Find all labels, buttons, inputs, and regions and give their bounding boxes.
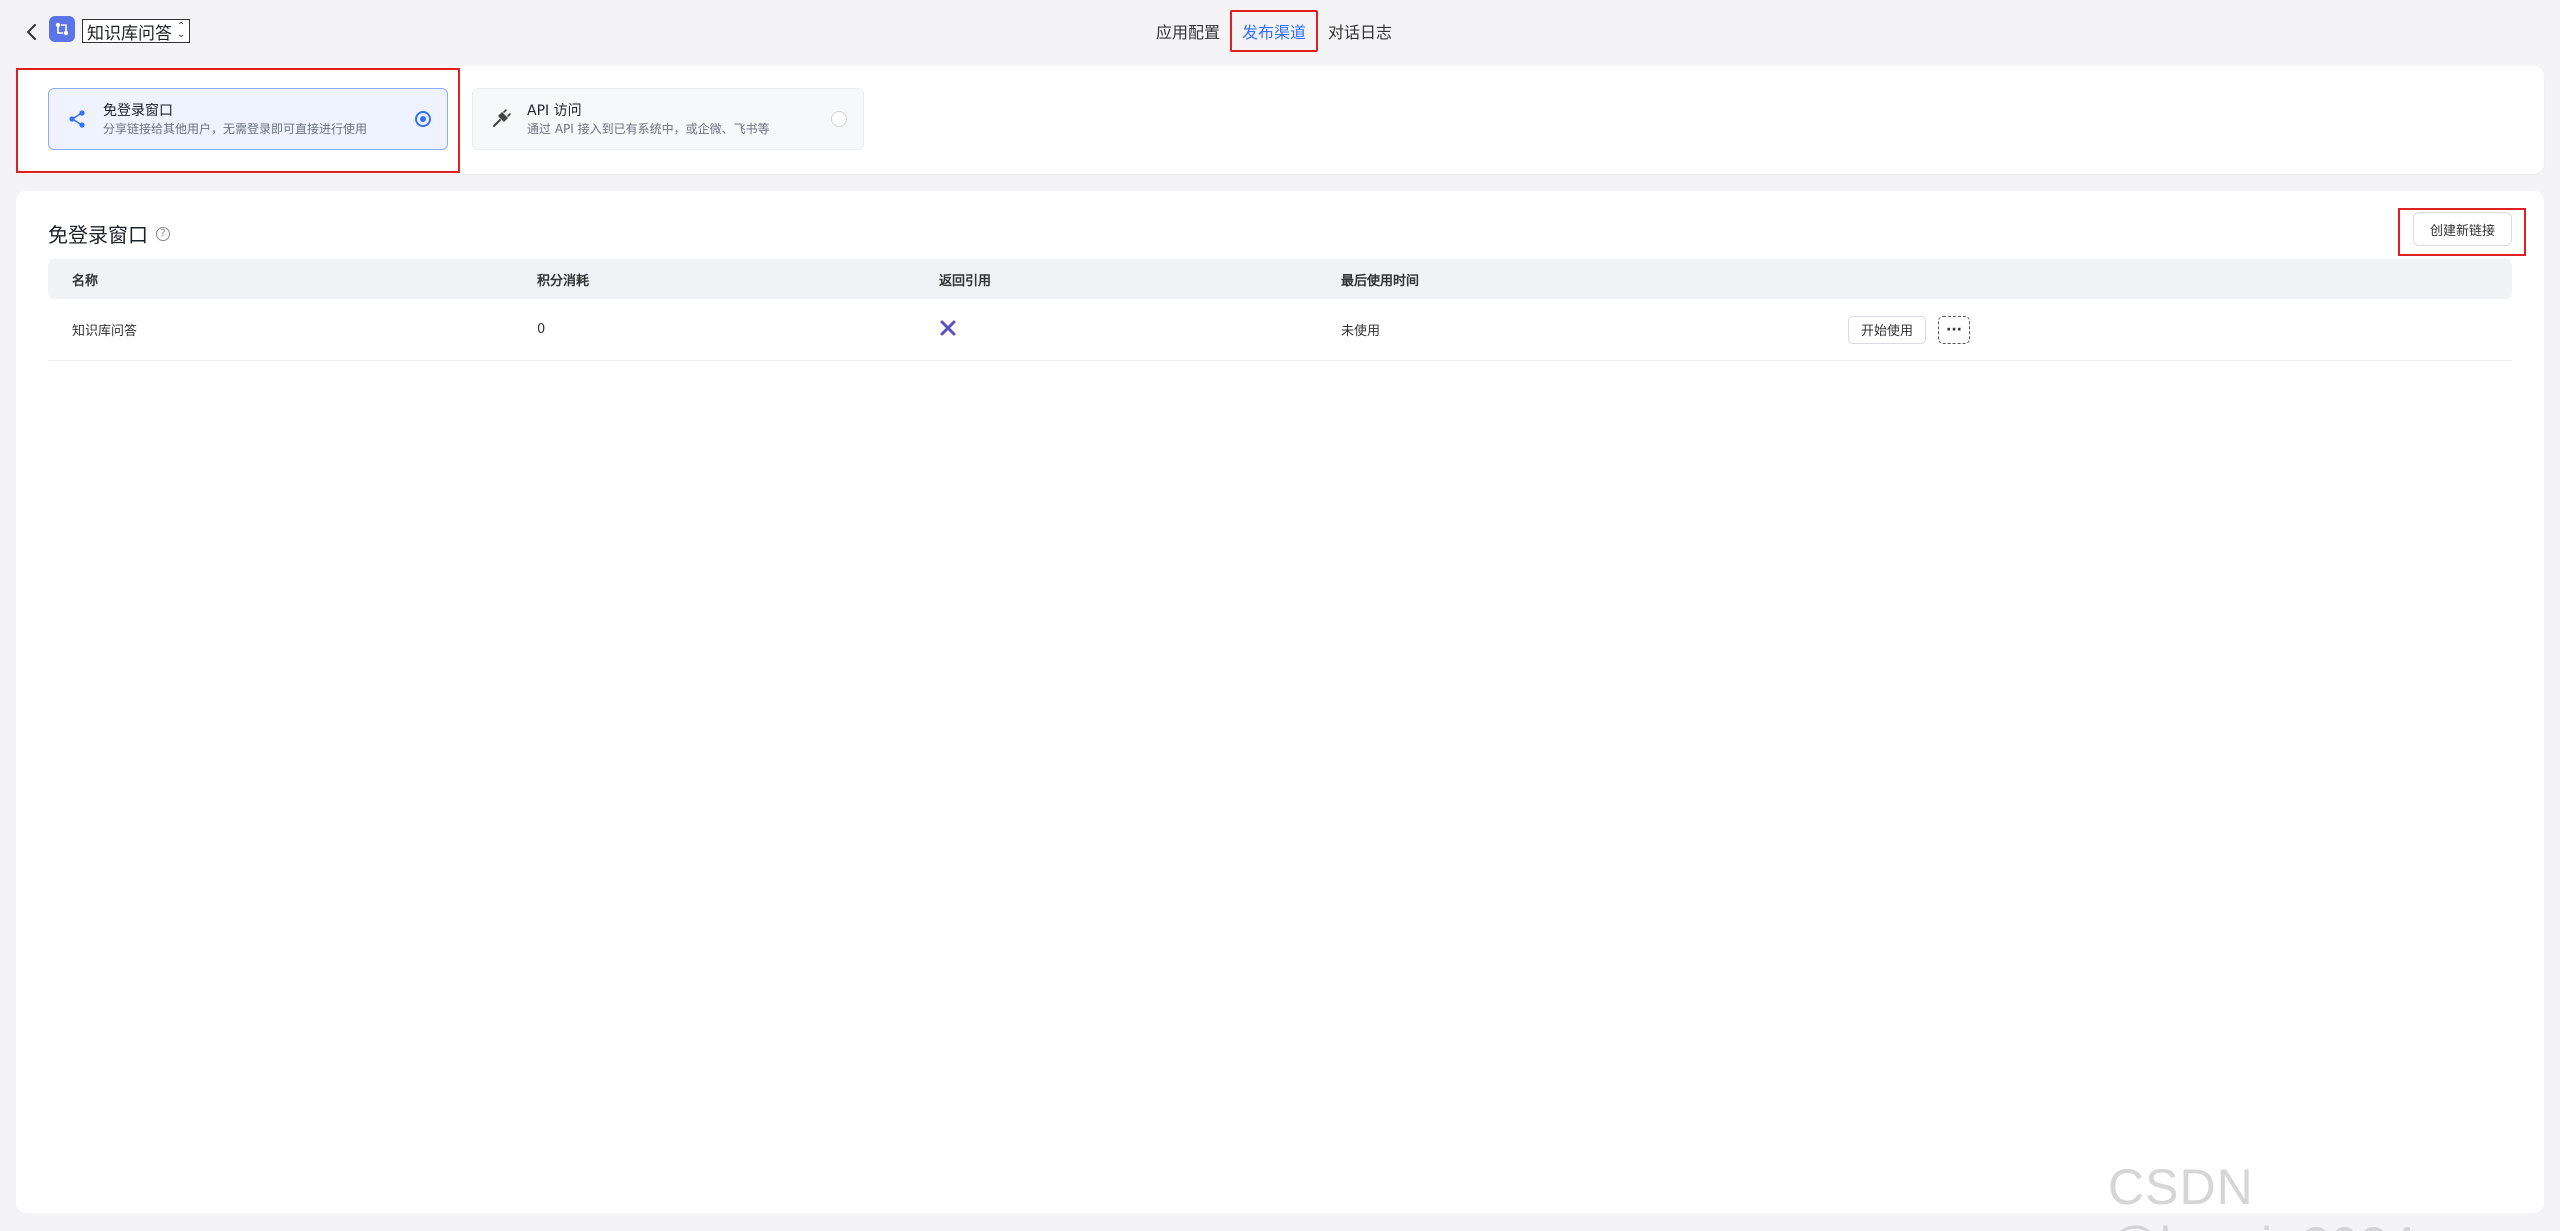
top-bar: 知识库问答 ⌃ ⌄ 应用配置 发布渠道 对话日志 [0, 0, 2560, 64]
plug-icon [489, 107, 513, 131]
cell-last-used: 未使用 [1341, 324, 1381, 339]
header-last-used: 最后使用时间 [1341, 273, 1420, 289]
close-x-icon [940, 320, 956, 335]
start-use-button[interactable]: 开始使用 [1848, 315, 1927, 344]
nav-tabs: 应用配置 发布渠道 对话日志 [1146, 10, 1402, 52]
updown-caret-icon: ⌃ ⌄ [177, 21, 186, 40]
channel-desc: 通过 API 接入到已有系统中，或企微、飞书等 [527, 121, 770, 136]
radio-unselected[interactable] [831, 111, 847, 127]
channel-title: 免登录窗口 [103, 102, 173, 119]
main-panel: 免登录窗口 ? 创建新链接 名称 积分消耗 返回引用 最后使用时间 知识库问答 … [16, 191, 2544, 1213]
header-points: 积分消耗 [537, 273, 590, 289]
tab-chat-logs[interactable]: 对话日志 [1318, 10, 1402, 52]
watermark: CSDN @hzrain2024 [2108, 1159, 2416, 1231]
row-actions: 开始使用 ··· [1848, 315, 1971, 344]
section-title-text: 免登录窗口 [48, 223, 148, 247]
app-logo-icon [49, 16, 75, 42]
channel-title: API 访问 [527, 102, 582, 119]
radio-selected[interactable] [415, 111, 431, 127]
links-table: 名称 积分消耗 返回引用 最后使用时间 知识库问答 0 未使用 开始使用 ··· [48, 259, 2512, 361]
create-link-button[interactable]: 创建新链接 [2412, 212, 2512, 246]
channel-panel: 免登录窗口 分享链接给其他用户，无需登录即可直接进行使用 API 访问 通过 A… [16, 66, 2544, 174]
cell-name: 知识库问答 [72, 324, 138, 339]
app-name: 知识库问答 [87, 23, 172, 44]
header-name: 名称 [72, 273, 99, 289]
tab-app-config[interactable]: 应用配置 [1146, 10, 1230, 52]
table-header: 名称 积分消耗 返回引用 最后使用时间 [48, 259, 2512, 299]
cell-return-ref [939, 319, 957, 341]
table-row: 知识库问答 0 未使用 开始使用 ··· [48, 299, 2512, 361]
header-return-ref: 返回引用 [939, 273, 992, 289]
channel-desc: 分享链接给其他用户，无需登录即可直接进行使用 [103, 121, 368, 136]
back-button[interactable] [18, 18, 46, 46]
help-icon[interactable]: ? [156, 226, 170, 241]
chevron-left-icon [27, 24, 36, 40]
share-icon [65, 107, 89, 131]
cell-points: 0 [537, 322, 546, 337]
app-selector[interactable]: 知识库问答 ⌃ ⌄ [82, 19, 191, 44]
more-options-button[interactable]: ··· [1938, 315, 1971, 344]
section-title: 免登录窗口 ? [48, 219, 170, 248]
channel-card-no-login[interactable]: 免登录窗口 分享链接给其他用户，无需登录即可直接进行使用 [48, 88, 448, 150]
tab-publish-channel[interactable]: 发布渠道 [1230, 10, 1319, 52]
channel-card-api[interactable]: API 访问 通过 API 接入到已有系统中，或企微、飞书等 [472, 88, 864, 150]
